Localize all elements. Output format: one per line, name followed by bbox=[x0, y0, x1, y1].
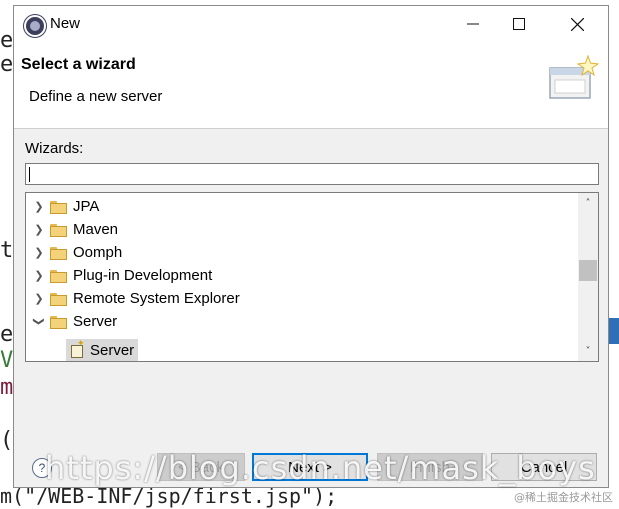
background-code-char: e bbox=[0, 28, 14, 53]
tree-item-label: Server bbox=[73, 313, 118, 330]
wizard-tree[interactable]: ❯ JPA ❯ Maven ❯ Oomph ❯ Plug-in Developm… bbox=[25, 192, 599, 362]
new-wizard-dialog: New Select a wizard Define a new server … bbox=[13, 5, 609, 488]
chevron-right-icon[interactable]: ❯ bbox=[34, 223, 44, 236]
page-description: Define a new server bbox=[29, 88, 163, 105]
folder-icon bbox=[50, 269, 67, 283]
window-title: New bbox=[50, 15, 81, 32]
new-server-icon bbox=[70, 338, 85, 358]
scrollbar-thumb[interactable] bbox=[579, 260, 597, 281]
tree-item-plugin-development[interactable]: ❯ Plug-in Development bbox=[26, 264, 578, 287]
help-button[interactable]: ? bbox=[32, 458, 52, 478]
tree-item-label: Plug-in Development bbox=[73, 267, 213, 284]
tree-item-jpa[interactable]: ❯ JPA bbox=[26, 195, 578, 218]
next-button[interactable]: Next > bbox=[252, 453, 368, 481]
background-code-char: e bbox=[0, 52, 14, 77]
chevron-right-icon[interactable]: ❯ bbox=[34, 269, 44, 282]
tree-item-label: JPA bbox=[73, 198, 100, 215]
background-code-char: V bbox=[0, 348, 14, 373]
folder-open-icon bbox=[50, 315, 67, 329]
scroll-down-icon[interactable]: ˅ bbox=[578, 341, 598, 361]
wizard-filter-input[interactable] bbox=[25, 163, 599, 185]
tree-item-label: Remote System Explorer bbox=[73, 290, 240, 307]
chevron-right-icon[interactable]: ❯ bbox=[34, 292, 44, 305]
new-wizard-banner-icon bbox=[549, 54, 600, 99]
tree-item-label: Oomph bbox=[73, 244, 123, 261]
background-editor-badge bbox=[609, 318, 619, 344]
finish-button[interactable]: Finish bbox=[377, 453, 483, 481]
tree-item-server[interactable]: ❯ Server bbox=[26, 310, 578, 333]
chevron-down-icon[interactable]: ❯ bbox=[33, 317, 46, 327]
tree-item-label: Maven bbox=[73, 221, 119, 238]
chevron-right-icon[interactable]: ❯ bbox=[34, 246, 44, 259]
background-code-char: t bbox=[0, 238, 14, 263]
folder-icon bbox=[50, 246, 67, 260]
maximize-button[interactable] bbox=[504, 11, 534, 37]
folder-icon bbox=[50, 200, 67, 214]
wizards-label: Wizards: bbox=[25, 140, 84, 157]
maximize-icon bbox=[513, 18, 525, 30]
chevron-right-icon[interactable]: ❯ bbox=[34, 200, 44, 213]
tree-item-oomph[interactable]: ❯ Oomph bbox=[26, 241, 578, 264]
background-code-char: e bbox=[0, 322, 14, 347]
background-code-char: ( bbox=[0, 428, 14, 453]
tree-item-server-wizard[interactable]: Server bbox=[66, 338, 139, 361]
back-button[interactable]: < Back bbox=[157, 453, 245, 481]
minimize-button[interactable] bbox=[458, 11, 488, 37]
cancel-button[interactable]: Cancel bbox=[491, 453, 597, 481]
source-badge: @稀土掘金技术社区 bbox=[514, 491, 613, 504]
minimize-icon bbox=[467, 23, 479, 25]
page-title: Select a wizard bbox=[21, 56, 136, 73]
close-button[interactable] bbox=[562, 11, 592, 37]
tree-item-remote-system-explorer[interactable]: ❯ Remote System Explorer bbox=[26, 287, 578, 310]
background-code-char: m bbox=[0, 375, 14, 400]
text-caret bbox=[29, 167, 30, 182]
eclipse-app-icon bbox=[24, 15, 46, 37]
scroll-up-icon[interactable]: ˄ bbox=[578, 193, 598, 213]
close-icon bbox=[570, 17, 584, 31]
title-bar[interactable]: New bbox=[14, 6, 608, 42]
wizard-header: Select a wizard Define a new server bbox=[14, 42, 608, 129]
tree-item-maven[interactable]: ❯ Maven bbox=[26, 218, 578, 241]
tree-scrollbar[interactable]: ˄ ˅ bbox=[578, 193, 598, 361]
folder-icon bbox=[50, 223, 67, 237]
tree-item-label: Server bbox=[90, 341, 135, 359]
folder-icon bbox=[50, 292, 67, 306]
